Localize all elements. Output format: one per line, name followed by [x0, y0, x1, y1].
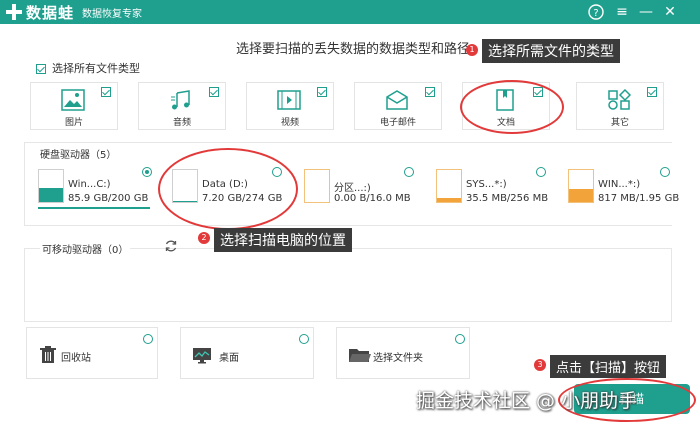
highlight-ellipse: [158, 148, 298, 230]
drive-size: 35.5 MB/256 MB: [466, 193, 549, 204]
annotation-label: 选择所需文件的类型: [482, 39, 620, 63]
location-label: 桌面: [219, 353, 239, 364]
file-type-label: 音频: [172, 118, 191, 128]
location-radio[interactable]: [455, 334, 465, 344]
image-icon: [61, 89, 85, 111]
checkbox-icon[interactable]: [317, 87, 327, 97]
drive-usage-fill: [569, 188, 593, 202]
removable-drive-title: 可移动驱动器（0）: [40, 241, 131, 256]
checkbox-icon[interactable]: [425, 87, 435, 97]
annotation-number: 3: [534, 359, 546, 371]
menu-icon[interactable]: ≡: [612, 2, 632, 22]
hard-drive-title: 硬盘驱动器（5）: [40, 150, 117, 161]
select-all-checkbox[interactable]: 选择所有文件类型: [36, 60, 140, 76]
location-recycle-bin[interactable]: 回收站: [26, 327, 158, 379]
drive-name: 分区...:): [334, 183, 371, 194]
drive-item[interactable]: WIN...*:) 817 MB/1.95 GB: [568, 165, 679, 209]
email-icon: [386, 90, 408, 110]
drive-radio[interactable]: [660, 167, 670, 177]
drive-usage-fill: [39, 188, 63, 202]
annotation-label: 选择扫描电脑的位置: [214, 228, 352, 252]
location-label: 回收站: [61, 353, 91, 364]
drive-name: WIN...*:): [598, 179, 641, 190]
page-heading: 选择要扫描的丢失数据的数据类型和路径。: [236, 42, 484, 57]
title-bar: 数据蛙 数据恢复专家 ? ≡ — ✕: [0, 0, 700, 24]
checkbox-icon: [36, 64, 46, 74]
checkbox-icon[interactable]: [209, 87, 219, 97]
drive-item[interactable]: Win...C:) 85.9 GB/200 GB: [38, 165, 152, 209]
drive-name: Win...C:): [68, 179, 111, 190]
checkbox-icon[interactable]: [647, 87, 657, 97]
file-type-email[interactable]: 电子邮件: [354, 82, 442, 130]
drive-icon: [436, 169, 462, 203]
location-radio[interactable]: [143, 334, 153, 344]
file-type-label: 视频: [280, 118, 299, 128]
annotation-label: 点击【扫描】按钮: [550, 355, 667, 378]
drive-item[interactable]: 分区...:) 0.00 B/16.0 MB: [304, 165, 414, 209]
help-icon[interactable]: ?: [586, 2, 606, 22]
app-logo-text: 数据蛙: [26, 4, 75, 22]
drive-radio[interactable]: [404, 167, 414, 177]
file-type-other[interactable]: 其它: [576, 82, 664, 130]
svg-text:?: ?: [593, 8, 598, 19]
file-type-image[interactable]: 图片: [30, 82, 118, 130]
removable-drive-panel: [24, 248, 672, 322]
file-type-label: 其它: [610, 118, 629, 128]
drive-radio[interactable]: [142, 167, 152, 177]
refresh-icon[interactable]: [164, 239, 178, 253]
drive-icon: [568, 169, 594, 203]
logo-icon: [6, 4, 22, 20]
drive-size: 817 MB/1.95 GB: [598, 193, 680, 204]
drive-usage-fill: [437, 197, 461, 202]
drive-radio[interactable]: [536, 167, 546, 177]
drive-icon: [38, 169, 64, 203]
watermark-text: 掘金技术社区 @ 小朋助手: [416, 390, 638, 412]
music-icon: [171, 90, 190, 110]
file-type-label: 电子邮件: [379, 118, 416, 128]
recycle-bin-icon: [40, 346, 56, 363]
minimize-icon[interactable]: —: [636, 2, 656, 22]
drive-size: 0.00 B/16.0 MB: [334, 193, 411, 204]
video-icon: [277, 90, 301, 110]
file-type-label: 图片: [64, 118, 83, 128]
annotation-number: 2: [198, 232, 210, 244]
folder-icon: [349, 349, 371, 362]
annotation-number: 1: [466, 44, 478, 56]
location-radio[interactable]: [299, 334, 309, 344]
checkbox-icon[interactable]: [101, 87, 111, 97]
app-subtitle: 数据恢复专家: [82, 9, 142, 20]
file-type-video[interactable]: 视频: [246, 82, 334, 130]
location-desktop[interactable]: 桌面: [180, 327, 314, 379]
select-all-label: 选择所有文件类型: [52, 62, 140, 75]
file-type-audio[interactable]: 音频: [138, 82, 226, 130]
drive-name: SYS...*:): [466, 179, 507, 190]
location-folder[interactable]: 选择文件夹: [336, 327, 470, 379]
highlight-ellipse: [460, 80, 564, 134]
other-icon: [608, 89, 631, 110]
drive-size: 85.9 GB/200 GB: [68, 193, 149, 204]
location-label: 选择文件夹: [373, 353, 423, 364]
drive-item[interactable]: SYS...*:) 35.5 MB/256 MB: [436, 165, 549, 209]
drive-icon: [304, 169, 330, 203]
close-icon[interactable]: ✕: [660, 2, 680, 22]
desktop-icon: [193, 348, 211, 364]
